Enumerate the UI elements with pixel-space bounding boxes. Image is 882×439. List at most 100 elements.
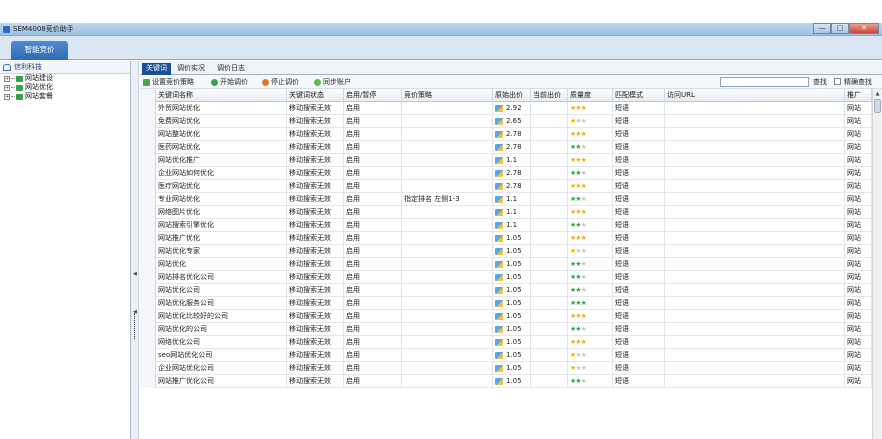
col-visit-url-header[interactable]: 访问URL <box>665 89 845 102</box>
col-current-bid-header[interactable]: 当前出价 <box>531 89 568 102</box>
col-enable-pause-header[interactable]: 启用/暂停 <box>344 89 402 102</box>
edit-bid-icon[interactable] <box>495 169 503 177</box>
col-original-bid[interactable]: 1.05 <box>493 258 531 271</box>
edit-bid-icon[interactable] <box>495 247 503 255</box>
col-bid-strategy[interactable] <box>402 167 493 180</box>
col-original-bid[interactable]: 1.05 <box>493 284 531 297</box>
expand-icon[interactable]: + <box>4 84 10 91</box>
table-row[interactable]: 网站推广优化公司 移动搜索无效 启用 1.05 ★★★ 短语 网站 <box>140 375 882 388</box>
table-row[interactable]: 网站排名优化公司 移动搜索无效 启用 1.05 ★★★ 短语 网站 <box>140 271 882 284</box>
edit-bid-icon[interactable] <box>495 182 503 190</box>
start-bidding-button[interactable]: 开始调价 <box>211 77 248 87</box>
table-row[interactable]: 网站搜索引擎优化 移动搜索无效 启用 1.1 ★★★ 短语 网站 <box>140 219 882 232</box>
table-row[interactable]: 医药网站优化 移动搜索无效 启用 2.78 ★★★ 短语 网站 <box>140 141 882 154</box>
col-original-bid[interactable]: 2.65 <box>493 115 531 128</box>
col-bid-strategy[interactable] <box>402 115 493 128</box>
expand-icon[interactable]: + <box>4 75 10 82</box>
col-original-bid-header[interactable]: 原始出价 <box>493 89 531 102</box>
col-original-bid[interactable]: 2.92 <box>493 102 531 115</box>
col-bid-strategy[interactable] <box>402 206 493 219</box>
col-promotion-header[interactable]: 推广 <box>845 89 872 102</box>
edit-bid-icon[interactable] <box>495 364 503 372</box>
edit-bid-icon[interactable] <box>495 351 503 359</box>
tree-node[interactable]: + 网站建设 <box>0 74 130 83</box>
table-row[interactable]: 企业网站如何优化 移动搜索无效 启用 2.78 ★★★ 短语 网站 <box>140 167 882 180</box>
col-bid-strategy[interactable] <box>402 141 493 154</box>
panel-splitter[interactable]: ◀ ◀ <box>131 61 139 439</box>
table-row[interactable]: 网站优化专家 移动搜索无效 启用 1.05 ★★★ 短语 网站 <box>140 245 882 258</box>
edit-bid-icon[interactable] <box>495 221 503 229</box>
col-bid-strategy[interactable] <box>402 232 493 245</box>
col-original-bid[interactable]: 1.05 <box>493 349 531 362</box>
tab-keywords[interactable]: 关键词 <box>142 63 171 75</box>
edit-bid-icon[interactable] <box>495 299 503 307</box>
col-bid-strategy[interactable] <box>402 102 493 115</box>
col-bid-strategy[interactable] <box>402 219 493 232</box>
edit-bid-icon[interactable] <box>495 312 503 320</box>
table-row[interactable]: 免费网站优化 移动搜索无效 启用 2.65 ★★★ 短语 网站 <box>140 115 882 128</box>
col-original-bid[interactable]: 1.05 <box>493 323 531 336</box>
scroll-up-icon[interactable]: ▲ <box>874 90 881 98</box>
edit-bid-icon[interactable] <box>495 234 503 242</box>
col-original-bid[interactable]: 1.05 <box>493 271 531 284</box>
col-bid-strategy[interactable] <box>402 349 493 362</box>
col-bid-strategy[interactable] <box>402 362 493 375</box>
col-original-bid[interactable]: 1.1 <box>493 193 531 206</box>
col-original-bid[interactable]: 1.05 <box>493 297 531 310</box>
scroll-thumb[interactable] <box>874 99 881 113</box>
col-original-bid[interactable]: 1.1 <box>493 206 531 219</box>
tab-smart-bidding[interactable]: 智能竞价 <box>11 41 68 60</box>
col-original-bid[interactable]: 2.78 <box>493 141 531 154</box>
col-bid-strategy[interactable] <box>402 258 493 271</box>
table-row[interactable]: 外贸网站优化 移动搜索无效 启用 2.92 ★★★ 短语 网站 <box>140 102 882 115</box>
edit-bid-icon[interactable] <box>495 208 503 216</box>
col-bid-strategy[interactable] <box>402 310 493 323</box>
edit-bid-icon[interactable] <box>495 195 503 203</box>
table-row[interactable]: 网站优化比较好的公司 移动搜索无效 启用 1.05 ★★★ 短语 网站 <box>140 310 882 323</box>
col-bid-strategy-header[interactable]: 竞价策略 <box>402 89 493 102</box>
tree-node[interactable]: + 网站优化 <box>0 83 130 92</box>
table-row[interactable]: 网站优化 移动搜索无效 启用 1.05 ★★★ 短语 网站 <box>140 258 882 271</box>
edit-bid-icon[interactable] <box>495 377 503 385</box>
col-bid-strategy[interactable] <box>402 323 493 336</box>
col-bid-strategy[interactable]: 指定排名 左侧1-3 <box>402 193 493 206</box>
col-original-bid[interactable]: 1.05 <box>493 375 531 388</box>
col-bid-strategy[interactable] <box>402 336 493 349</box>
table-row[interactable]: 网站推广优化 移动搜索无效 启用 1.05 ★★★ 短语 网站 <box>140 232 882 245</box>
col-match-mode-header[interactable]: 匹配模式 <box>613 89 665 102</box>
edit-bid-icon[interactable] <box>495 130 503 138</box>
col-original-bid[interactable]: 1.05 <box>493 310 531 323</box>
table-row[interactable]: 网站优化的公司 移动搜索无效 启用 1.05 ★★★ 短语 网站 <box>140 323 882 336</box>
col-bid-strategy[interactable] <box>402 375 493 388</box>
table-row[interactable]: 网站整站优化 移动搜索无效 启用 2.78 ★★★ 短语 网站 <box>140 128 882 141</box>
col-bid-strategy[interactable] <box>402 128 493 141</box>
col-bid-strategy[interactable] <box>402 284 493 297</box>
title-bar[interactable]: SEM4008竞价助手 — □ ✕ <box>0 23 882 36</box>
table-row[interactable]: 网站优化服务公司 移动搜索无效 启用 1.05 ★★★ 短语 网站 <box>140 297 882 310</box>
tree-root[interactable]: 信利科技 <box>0 61 130 74</box>
expand-icon[interactable]: + <box>4 93 10 100</box>
edit-bid-icon[interactable] <box>495 104 503 112</box>
col-original-bid[interactable]: 1.1 <box>493 154 531 167</box>
col-bid-strategy[interactable] <box>402 297 493 310</box>
col-bid-strategy[interactable] <box>402 180 493 193</box>
edit-bid-icon[interactable] <box>495 143 503 151</box>
edit-bid-icon[interactable] <box>495 286 503 294</box>
stop-bidding-button[interactable]: 停止调价 <box>262 77 299 87</box>
maximize-button[interactable]: □ <box>831 23 849 34</box>
sync-account-button[interactable]: 同步账户 <box>314 77 351 87</box>
table-row[interactable]: 网络优化公司 移动搜索无效 启用 1.05 ★★★ 短语 网站 <box>140 336 882 349</box>
col-original-bid[interactable]: 1.05 <box>493 245 531 258</box>
vertical-scrollbar[interactable]: ▲ <box>872 89 882 439</box>
tab-bid-live[interactable]: 调价实况 <box>173 63 209 75</box>
col-bid-strategy[interactable] <box>402 154 493 167</box>
table-row[interactable]: 专业网站优化 移动搜索无效 启用 指定排名 左侧1-3 1.1 ★★★ 短语 网站 <box>140 193 882 206</box>
col-original-bid[interactable]: 1.05 <box>493 362 531 375</box>
edit-bid-icon[interactable] <box>495 338 503 346</box>
col-bid-strategy[interactable] <box>402 271 493 284</box>
col-bid-strategy[interactable] <box>402 245 493 258</box>
col-original-bid[interactable]: 1.05 <box>493 232 531 245</box>
edit-bid-icon[interactable] <box>495 260 503 268</box>
table-row[interactable]: 网络图片优化 移动搜索无效 启用 1.1 ★★★ 短语 网站 <box>140 206 882 219</box>
col-keyword-status-header[interactable]: 关键词状态 <box>287 89 344 102</box>
